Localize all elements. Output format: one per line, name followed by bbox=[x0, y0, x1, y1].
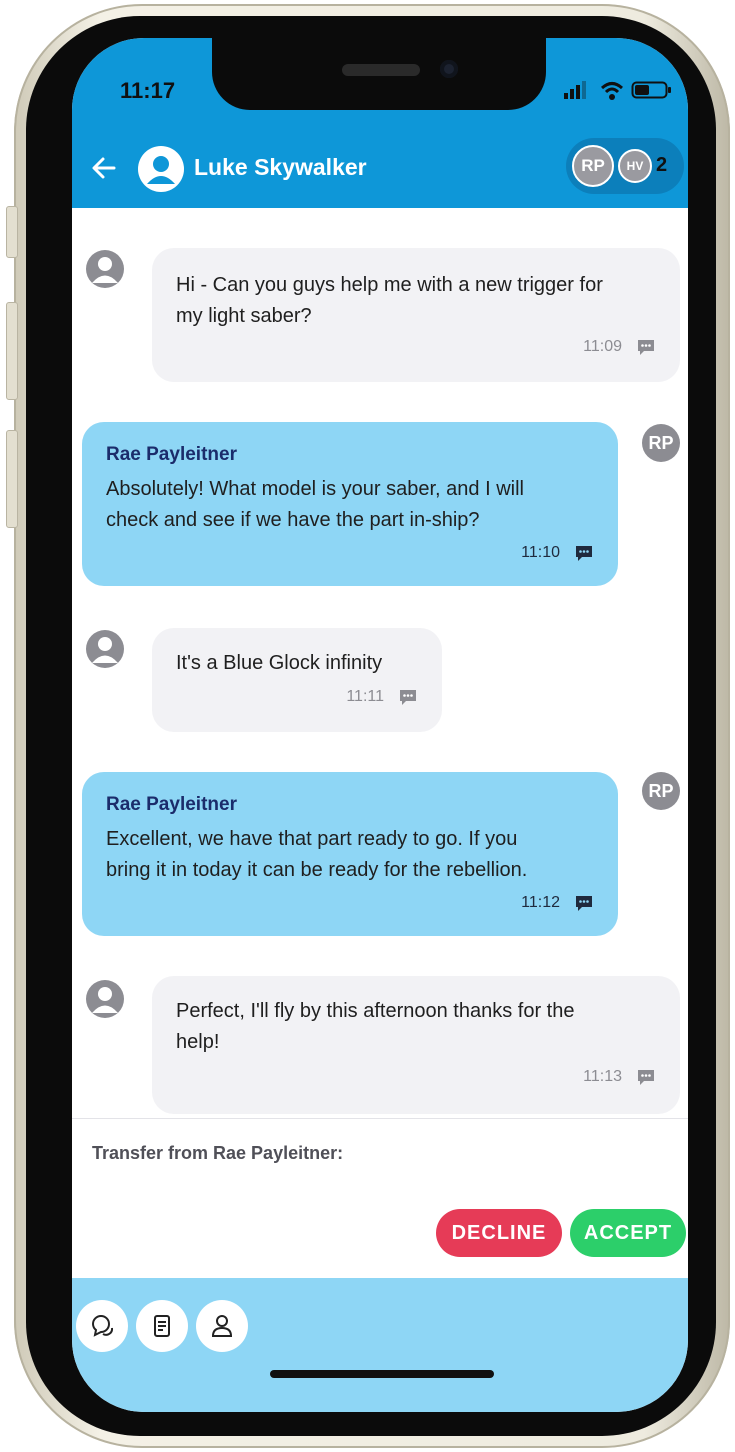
message-meta: 11:09 bbox=[583, 338, 656, 356]
mute-switch bbox=[6, 206, 18, 258]
user-silhouette-icon bbox=[92, 257, 118, 283]
back-arrow-icon[interactable] bbox=[90, 154, 118, 182]
chat-bubble-icon bbox=[400, 690, 416, 705]
participant-avatar: RP bbox=[572, 145, 614, 187]
chat-tab-button[interactable] bbox=[76, 1300, 128, 1352]
volume-up-button bbox=[6, 302, 18, 400]
decline-button[interactable]: DECLINE bbox=[436, 1209, 562, 1257]
participant-count: 2 bbox=[656, 154, 668, 176]
chat-bubble-icon bbox=[576, 896, 592, 911]
chat-bubble-icon bbox=[638, 1070, 654, 1085]
profile-tab-button[interactable] bbox=[196, 1300, 248, 1352]
user-avatar bbox=[86, 250, 124, 288]
bottom-toolbar bbox=[72, 1278, 688, 1412]
user-avatar bbox=[86, 980, 124, 1018]
message-text: Perfect, I'll fly by this afternoon than… bbox=[176, 1000, 575, 1053]
document-icon bbox=[154, 1315, 170, 1337]
user-silhouette-icon bbox=[92, 987, 118, 1013]
message-bubble-outgoing[interactable]: Rae Payleitner Excellent, we have that p… bbox=[82, 772, 618, 936]
front-camera bbox=[440, 60, 458, 78]
message-meta: 11:12 bbox=[521, 894, 594, 912]
transfer-label: Transfer from Rae Payleitner: bbox=[92, 1143, 344, 1163]
chat-bubbles-icon bbox=[91, 1315, 114, 1337]
message-text: Absolutely! What model is your saber, an… bbox=[106, 478, 524, 531]
message-time: 11:10 bbox=[521, 544, 560, 561]
home-indicator[interactable] bbox=[270, 1370, 494, 1378]
message-sender: Rae Payleitner bbox=[106, 794, 237, 815]
user-avatar bbox=[86, 630, 124, 668]
earpiece-speaker bbox=[342, 64, 420, 76]
transfer-panel: Transfer from Rae Payleitner: DECLINE AC… bbox=[72, 1118, 688, 1279]
status-time: 11:17 bbox=[120, 78, 176, 103]
participant-avatar: HV bbox=[618, 149, 652, 183]
chat-bubble-icon bbox=[638, 340, 654, 355]
chat-header: 11:17 Luke Skywalker RP HV 2 bbox=[72, 38, 688, 208]
status-icons bbox=[564, 81, 671, 100]
message-text: It's a Blue Glock infinity bbox=[176, 652, 383, 674]
person-icon bbox=[211, 1315, 233, 1337]
user-silhouette-icon bbox=[92, 637, 118, 663]
agent-avatar: RP bbox=[642, 424, 680, 462]
participants-indicator[interactable]: RP HV 2 bbox=[566, 138, 684, 194]
chat-bubble-icon bbox=[576, 546, 592, 561]
agent-avatar: RP bbox=[642, 772, 680, 810]
phone-notch bbox=[212, 38, 546, 110]
contact-name[interactable]: Luke Skywalker bbox=[194, 154, 367, 181]
message-text: Hi - Can you guys help me with a new tri… bbox=[176, 274, 603, 327]
message-time: 11:12 bbox=[521, 894, 560, 911]
message-time: 11:09 bbox=[583, 338, 622, 355]
message-list[interactable]: Hi - Can you guys help me with a new tri… bbox=[72, 208, 688, 1118]
message-meta: 11:11 bbox=[346, 688, 418, 706]
message-meta: 11:13 bbox=[583, 1068, 656, 1086]
message-meta: 11:10 bbox=[521, 544, 594, 562]
message-time: 11:11 bbox=[346, 688, 384, 705]
battery-icon bbox=[631, 81, 671, 99]
signal-icon bbox=[564, 81, 586, 99]
wifi-icon bbox=[600, 82, 624, 100]
notes-tab-button[interactable] bbox=[136, 1300, 188, 1352]
message-bubble-incoming[interactable]: Hi - Can you guys help me with a new tri… bbox=[152, 248, 680, 382]
message-time: 11:13 bbox=[583, 1068, 622, 1085]
contact-avatar[interactable] bbox=[138, 146, 184, 192]
message-text: Excellent, we have that part ready to go… bbox=[106, 828, 528, 881]
app-screen: 11:17 Luke Skywalker RP HV 2 Hi - Can yo… bbox=[72, 38, 688, 1412]
accept-button[interactable]: ACCEPT bbox=[570, 1209, 686, 1257]
message-bubble-outgoing[interactable]: Rae Payleitner Absolutely! What model is… bbox=[82, 422, 618, 586]
message-sender: Rae Payleitner bbox=[106, 444, 237, 465]
message-bubble-incoming[interactable]: It's a Blue Glock infinity 11:11 bbox=[152, 628, 442, 732]
user-silhouette-icon bbox=[147, 156, 175, 184]
message-bubble-incoming[interactable]: Perfect, I'll fly by this afternoon than… bbox=[152, 976, 680, 1114]
volume-down-button bbox=[6, 430, 18, 528]
